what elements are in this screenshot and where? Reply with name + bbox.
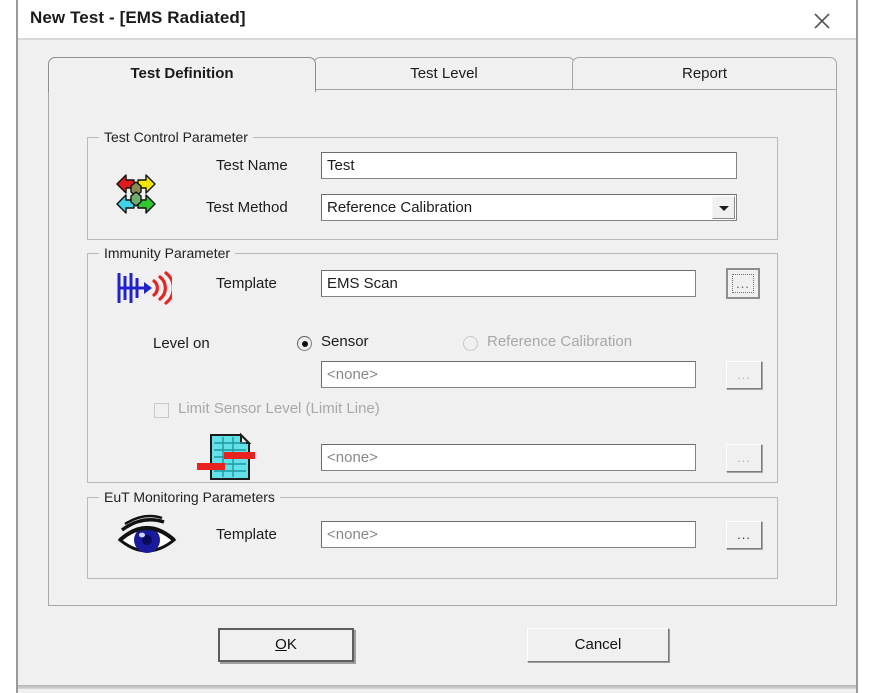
sensor-level-input[interactable]: <none> [321, 361, 696, 388]
label-eut-template: Template [216, 526, 277, 543]
label-radio-sensor: Sensor [321, 333, 369, 350]
checkbox-limit-sensor-level[interactable] [154, 403, 169, 418]
group-title-eut: EuT Monitoring Parameters [99, 489, 280, 505]
group-immunity-parameter: Immunity Parameter Template EMS Scan ...… [87, 245, 778, 483]
window-title: New Test - [EMS Radiated] [30, 8, 246, 27]
label-immunity-template: Template [216, 275, 277, 292]
cycle-arrows-icon [114, 172, 158, 221]
ok-accel-letter: O [275, 636, 287, 653]
ok-button[interactable]: OK [218, 628, 354, 662]
group-eut-monitoring-parameters: EuT Monitoring Parameters Template <none… [87, 489, 778, 579]
test-name-input[interactable]: Test [321, 152, 737, 179]
tab-test-definition[interactable]: Test Definition [48, 57, 316, 92]
ellipsis-icon: ... [737, 367, 751, 382]
limit-line-document-icon [197, 432, 255, 487]
dialog-window: New Test - [EMS Radiated] Test Definitio… [16, 0, 858, 693]
radio-level-on-sensor[interactable] [297, 336, 312, 351]
tab-test-level[interactable]: Test Level [313, 57, 575, 90]
ems-radiation-icon [116, 269, 175, 312]
label-test-name: Test Name [216, 157, 288, 174]
sensor-level-browse-button[interactable]: ... [726, 361, 762, 389]
group-title-test-control: Test Control Parameter [99, 129, 253, 145]
eye-icon [116, 514, 178, 567]
group-test-control-parameter: Test Control Parameter Test Name Test Te… [87, 129, 778, 240]
tab-report[interactable]: Report [572, 57, 837, 90]
tab-panel-test-definition: Test Control Parameter Test Name Test Te… [48, 89, 837, 606]
chevron-down-icon[interactable] [712, 196, 735, 219]
label-limit-sensor-level: Limit Sensor Level (Limit Line) [178, 400, 380, 417]
limit-line-browse-button[interactable]: ... [726, 444, 762, 472]
ellipsis-icon: ... [737, 450, 751, 465]
dialog-body: Test Definition Test Level Report Test C… [18, 40, 856, 693]
label-radio-reference-calibration: Reference Calibration [487, 333, 633, 350]
tab-strip: Test Definition Test Level Report [48, 57, 837, 92]
label-level-on: Level on [153, 335, 210, 352]
test-method-value: Reference Calibration [327, 199, 473, 216]
ellipsis-icon: ... [736, 276, 750, 291]
radio-level-on-reference-calibration[interactable] [463, 336, 478, 351]
immunity-template-browse-button[interactable]: ... [726, 268, 760, 299]
test-method-select[interactable]: Reference Calibration [321, 194, 737, 221]
cancel-button[interactable]: Cancel [527, 628, 669, 662]
immunity-template-input[interactable]: EMS Scan [321, 270, 696, 297]
eut-template-input[interactable]: <none> [321, 521, 696, 548]
group-title-immunity: Immunity Parameter [99, 245, 236, 261]
title-bar: New Test - [EMS Radiated] [18, 0, 856, 38]
ok-label-rest: K [286, 636, 297, 653]
ellipsis-icon: ... [737, 527, 751, 542]
close-icon[interactable] [802, 4, 842, 34]
label-test-method: Test Method [206, 199, 288, 216]
dialog-bottom-edge [18, 685, 856, 689]
eut-template-browse-button[interactable]: ... [726, 521, 762, 549]
limit-line-input[interactable]: <none> [321, 444, 696, 471]
